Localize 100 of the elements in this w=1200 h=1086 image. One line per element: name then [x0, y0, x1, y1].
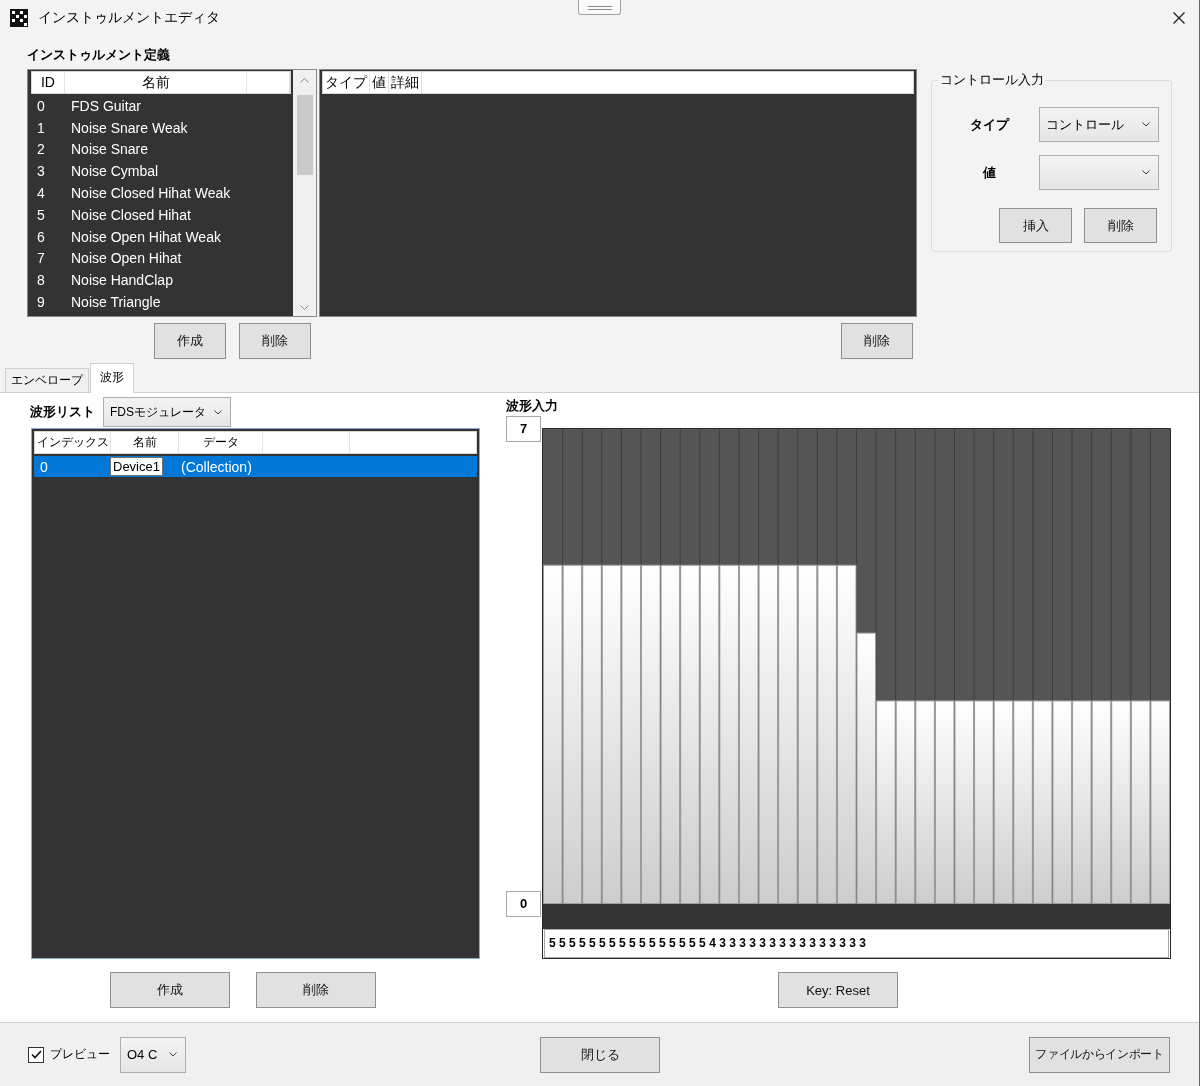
wave-bar[interactable] — [1032, 700, 1053, 904]
name-cell[interactable]: Noise HandClap — [71, 272, 173, 289]
name-cell[interactable]: Noise Snare Weak — [71, 119, 188, 136]
wave-bar[interactable] — [934, 700, 955, 904]
wave-bar[interactable] — [895, 700, 916, 904]
column-header[interactable]: 名前 — [64, 72, 248, 93]
wave-bar[interactable] — [876, 700, 896, 904]
list-row[interactable]: 0 Device1 (Collection) — [34, 456, 477, 477]
tab[interactable]: 波形 — [90, 363, 134, 393]
wave-bar[interactable] — [543, 564, 563, 904]
wave-bar[interactable] — [621, 564, 641, 904]
column-header[interactable]: データ — [179, 432, 263, 453]
wave-bar[interactable] — [817, 564, 837, 904]
wave-bar[interactable] — [836, 564, 857, 904]
name-cell[interactable]: FDS Guitar — [71, 97, 141, 114]
value-dropdown[interactable] — [1039, 155, 1159, 190]
name-cell[interactable]: Noise Open Hihat — [71, 250, 182, 267]
wave-bar[interactable] — [562, 564, 583, 904]
delete-button[interactable]: 削除 — [841, 323, 913, 359]
wave-bar[interactable] — [1052, 700, 1073, 904]
import-button[interactable]: ファイルからインポート — [1029, 1036, 1170, 1073]
name-cell[interactable]: Noise Snare — [71, 141, 149, 158]
chevron-down-icon — [1142, 170, 1150, 175]
wave-bar[interactable] — [993, 700, 1014, 904]
section-title: インストゥルメント定義 — [27, 46, 170, 64]
id-cell[interactable]: 8 — [28, 272, 62, 289]
column-header[interactable]: 名前 — [111, 432, 179, 453]
axis-label: 0 — [506, 891, 541, 917]
values-field[interactable]: 5 5 5 5 5 5 5 5 5 5 5 5 5 5 5 5 4 3 3 3 3 3 3 3 3 3 3 3 3 3 3 3 — [544, 929, 1169, 958]
column-header[interactable]: 詳細 — [389, 72, 422, 93]
name-edit-field[interactable]: Device1 — [110, 457, 163, 476]
value-label: 値 — [981, 163, 996, 182]
wave-bar[interactable] — [680, 564, 700, 904]
group-title: コントロール入力 — [939, 72, 1045, 88]
delete-button[interactable]: 削除 — [256, 972, 376, 1008]
create-button[interactable]: 作成 — [110, 972, 230, 1008]
chevron-down-icon[interactable] — [300, 305, 309, 310]
preview-checkbox[interactable] — [28, 1046, 44, 1063]
wave-bar[interactable] — [797, 564, 818, 904]
column-header[interactable]: 値 — [370, 72, 389, 93]
column-header[interactable]: タイプ — [323, 72, 370, 93]
wave-bar[interactable] — [954, 700, 975, 904]
name-cell[interactable]: Noise Open Hihat Weak — [71, 228, 221, 245]
wave-bar[interactable] — [738, 564, 759, 904]
close-button[interactable]: 閉じる — [540, 1036, 660, 1073]
wave-bar[interactable] — [1013, 700, 1033, 904]
reset-button[interactable]: Key: Reset — [778, 972, 898, 1008]
preview-label: プレビュー — [50, 1046, 110, 1063]
id-cell[interactable]: 9 — [28, 294, 62, 311]
wave-bar[interactable] — [601, 564, 622, 904]
wave-bar[interactable] — [778, 564, 798, 904]
id-cell[interactable]: 2 — [28, 141, 62, 158]
id-cell[interactable]: 3 — [28, 163, 62, 180]
create-button[interactable]: 作成 — [154, 323, 226, 359]
chevron-down-icon — [1142, 122, 1150, 127]
name-cell[interactable]: Noise Closed Hihat Weak — [71, 185, 231, 202]
name-cell[interactable]: Noise Cymbal — [71, 163, 159, 180]
tab[interactable]: エンベロープ — [5, 368, 89, 392]
scrollbar[interactable] — [293, 70, 316, 316]
insert-button[interactable]: 挿入 — [999, 208, 1072, 243]
type-label: タイプ — [969, 115, 1009, 134]
chevron-up-icon[interactable] — [300, 78, 309, 83]
id-cell[interactable]: 5 — [28, 206, 62, 223]
waveform-input-label: 波形入力 — [506, 397, 558, 415]
chevron-down-icon — [214, 409, 222, 415]
checker-icon — [10, 9, 28, 27]
wave-bar[interactable] — [582, 564, 602, 904]
delete-button[interactable]: 削除 — [239, 323, 311, 359]
wave-bar[interactable] — [856, 632, 877, 904]
wave-bar[interactable] — [1072, 700, 1092, 904]
drag-handle[interactable] — [578, 0, 621, 15]
wave-bar[interactable] — [699, 564, 720, 904]
wave-bar[interactable] — [660, 564, 681, 904]
axis-label: 7 — [506, 416, 541, 442]
name-cell[interactable]: Noise Closed Hihat — [71, 206, 191, 223]
delete-button[interactable]: 削除 — [1084, 208, 1157, 243]
column-header[interactable]: ID — [32, 72, 65, 93]
window-close-button[interactable] — [1171, 10, 1187, 26]
wave-bar[interactable] — [1130, 700, 1151, 904]
note-dropdown[interactable]: O4 C — [120, 1036, 186, 1073]
scroll-thumb[interactable] — [296, 95, 313, 175]
wave-bar[interactable] — [1111, 700, 1131, 904]
wave-bar[interactable] — [915, 700, 935, 904]
wave-bar[interactable] — [1091, 700, 1112, 904]
name-cell[interactable]: Noise Triangle — [71, 294, 161, 311]
column-header[interactable]: インデックス — [35, 432, 111, 453]
waveform-source-dropdown[interactable]: FDSモジュレータ — [103, 397, 231, 427]
wave-bar[interactable] — [758, 564, 779, 904]
id-cell[interactable]: 7 — [28, 250, 62, 267]
wave-bar[interactable] — [1150, 700, 1170, 904]
close-icon — [1173, 12, 1185, 24]
wave-bar[interactable] — [974, 700, 994, 904]
id-cell[interactable]: 4 — [28, 185, 62, 202]
type-dropdown[interactable]: コントロール — [1039, 107, 1159, 142]
wave-bar[interactable] — [719, 564, 739, 904]
chevron-down-icon — [169, 1052, 177, 1057]
id-cell[interactable]: 1 — [28, 119, 62, 136]
wave-bar[interactable] — [640, 564, 661, 904]
id-cell[interactable]: 6 — [28, 228, 62, 245]
id-cell[interactable]: 0 — [28, 97, 62, 114]
